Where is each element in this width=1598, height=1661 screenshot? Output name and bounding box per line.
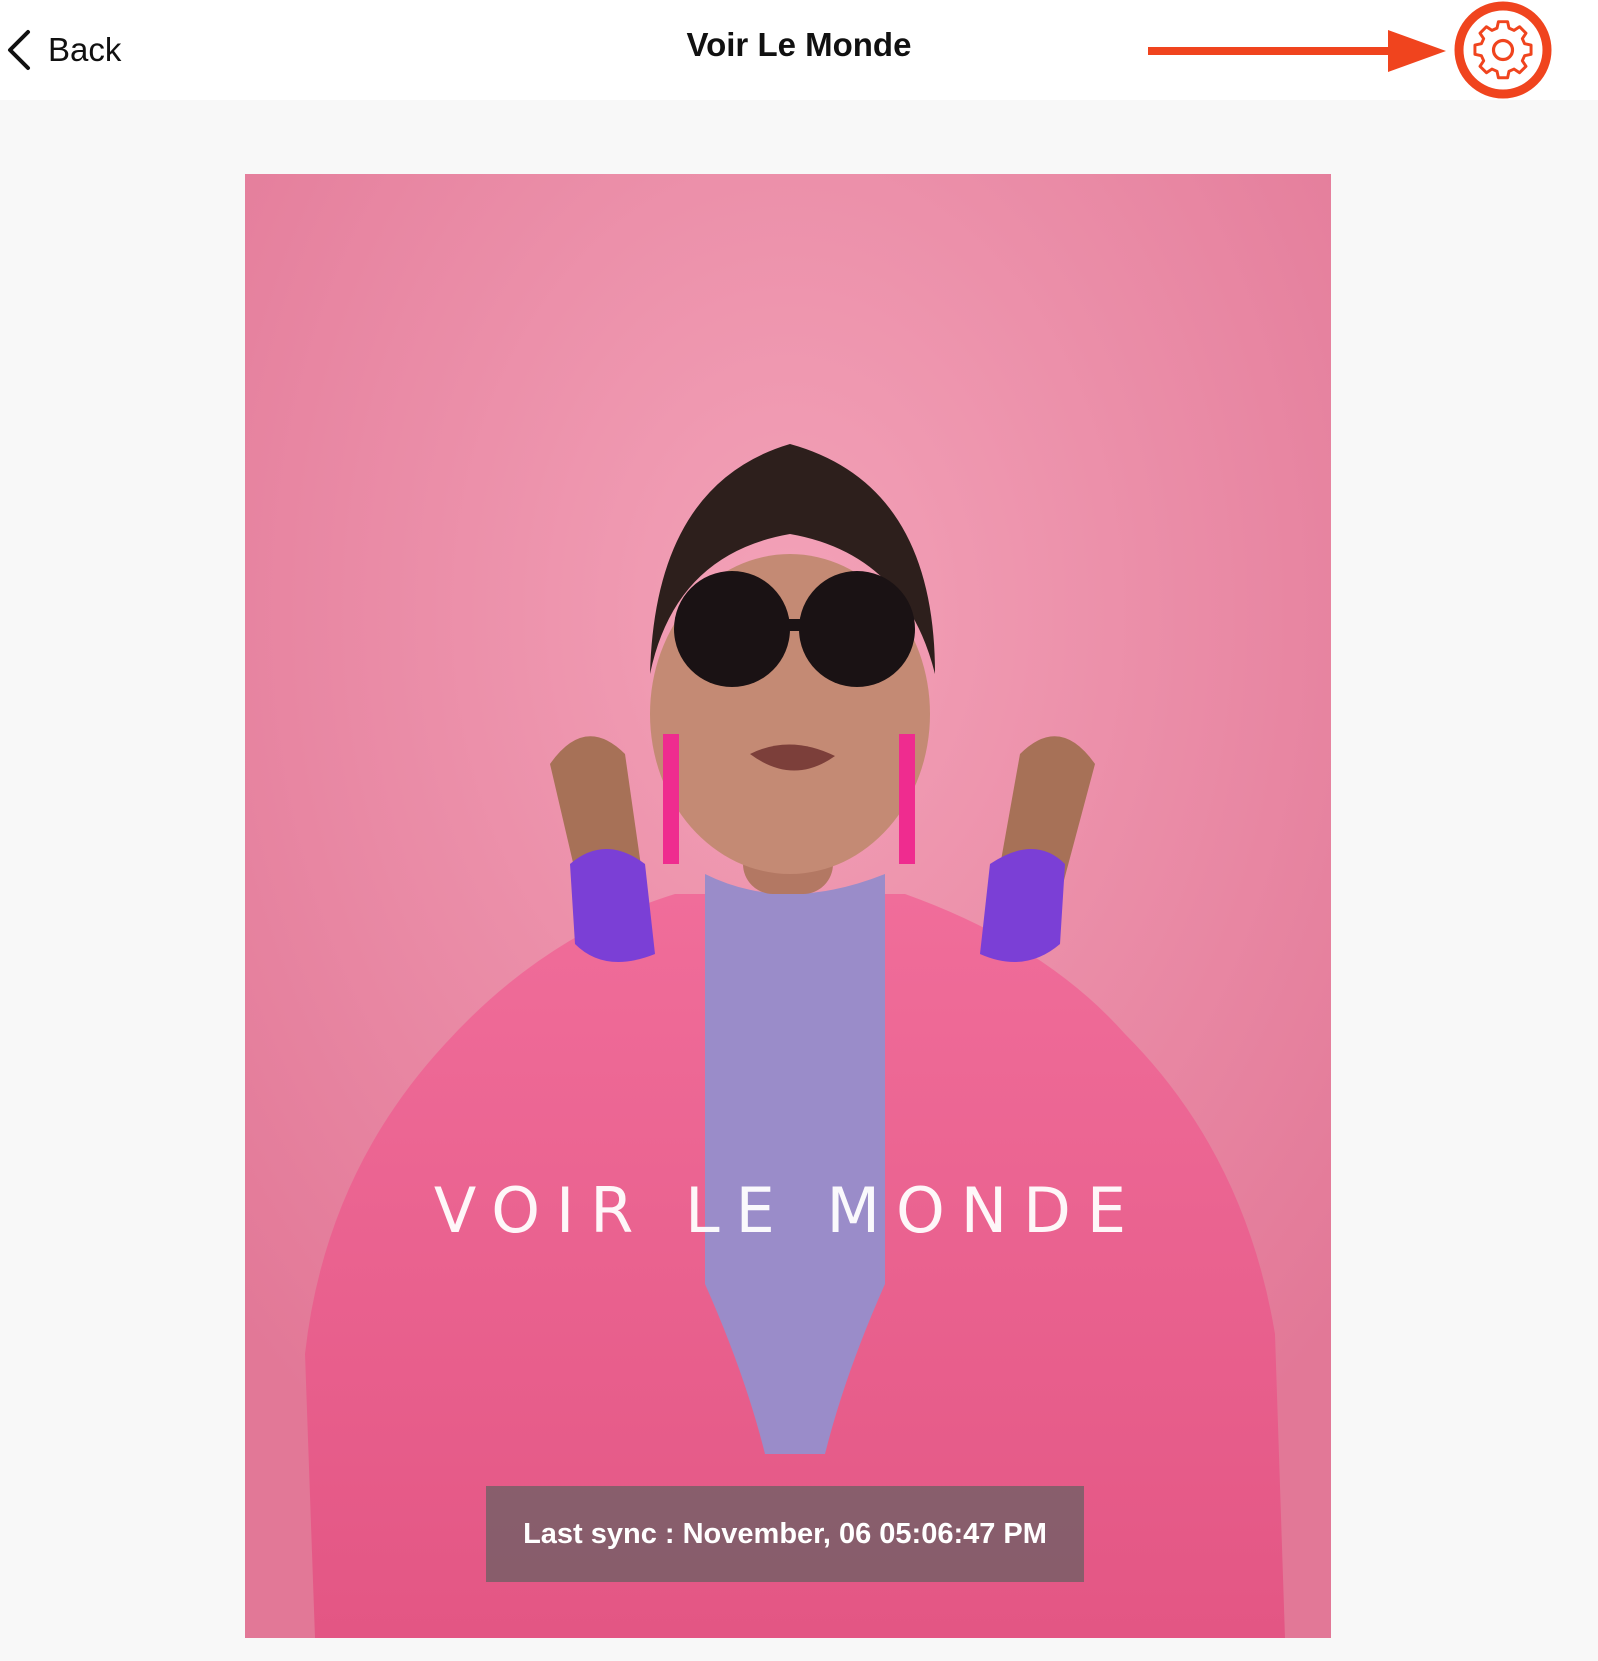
- store-banner: VOIR LE MONDE Last sync : November, 06 0…: [245, 174, 1331, 1638]
- last-sync-badge: Last sync : November, 06 05:06:47 PM: [486, 1486, 1084, 1582]
- arrow-right-icon: [1148, 30, 1446, 72]
- brand-wordmark: VOIR LE MONDE: [433, 1174, 1143, 1247]
- settings-button[interactable]: [1453, 1, 1553, 101]
- banner-photo: [245, 174, 1331, 1638]
- top-navigation-bar: Back Voir Le Monde: [0, 0, 1598, 100]
- gear-icon: [1454, 1, 1552, 99]
- content-area: VOIR LE MONDE Last sync : November, 06 0…: [0, 100, 1598, 1661]
